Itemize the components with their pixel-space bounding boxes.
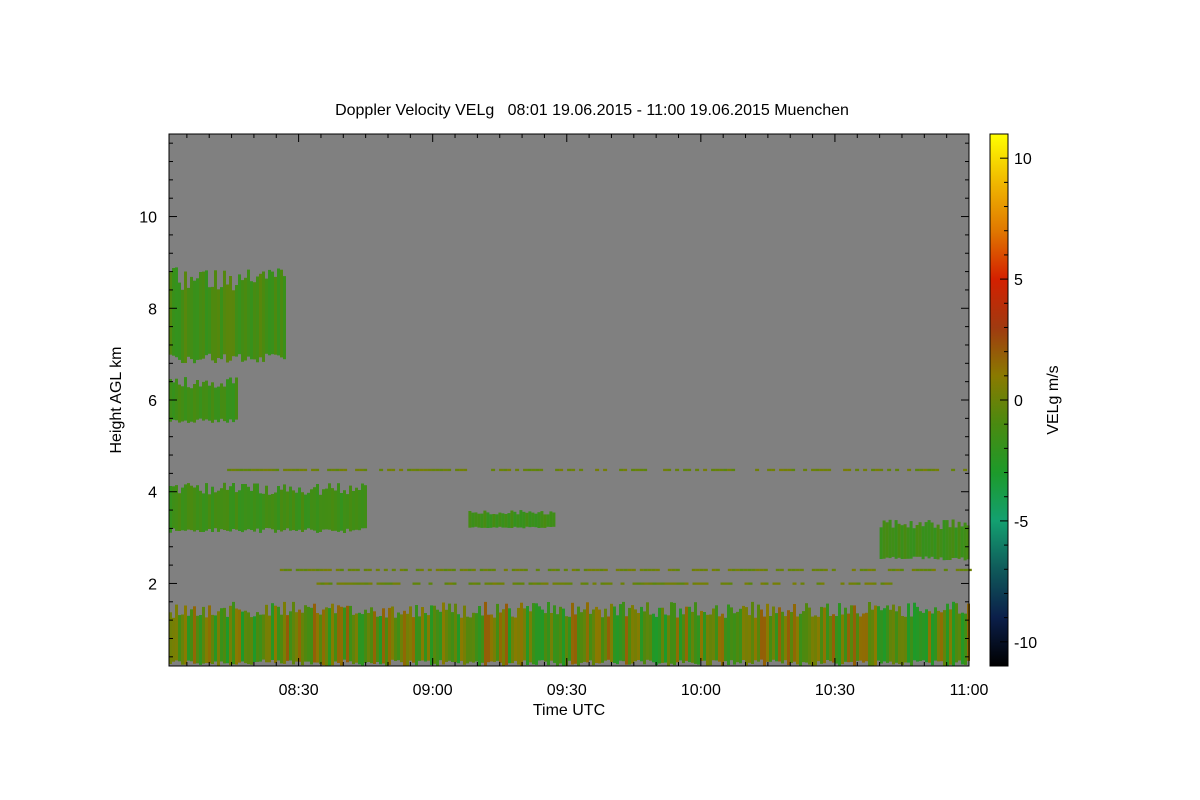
- echo-feature-7: [227, 468, 968, 472]
- chart-title: Doppler Velocity VELg 08:01 19.06.2015 -…: [335, 102, 849, 119]
- y-tick-label: 10: [139, 210, 157, 227]
- colorbar-tick-label: 0: [1014, 393, 1023, 410]
- x-tick-label: 11:00: [950, 682, 989, 699]
- x-tick-label: 10:00: [681, 682, 721, 699]
- plot-area: [168, 133, 972, 667]
- colorbar-tick-label: 5: [1014, 272, 1023, 289]
- x-axis-label: Time UTC: [533, 702, 605, 719]
- echo-feature-2: [169, 482, 367, 533]
- y-tick-label: 6: [148, 393, 157, 410]
- colorbar-label: VELg m/s: [1045, 365, 1062, 434]
- colorbar-tick-label: 10: [1014, 151, 1032, 168]
- x-tick-label: 08:30: [279, 682, 319, 699]
- colorbar: 10 5 0 -5 -10: [989, 133, 1037, 667]
- x-tick-label: 09:00: [413, 682, 453, 699]
- colorbar-tick-label: -5: [1014, 514, 1028, 531]
- colorbar-tick-label: -10: [1014, 635, 1037, 652]
- doppler-velocity-chart: Doppler Velocity VELg 08:01 19.06.2015 -…: [108, 102, 1062, 719]
- x-tick-label: 10:30: [815, 682, 855, 699]
- y-tick-label: 8: [148, 301, 157, 318]
- x-tick-label: 09:30: [547, 682, 587, 699]
- y-tick-label: 2: [148, 576, 157, 593]
- plot-background: [169, 134, 969, 666]
- y-axis-label: Height AGL km: [108, 346, 125, 453]
- y-tick-label: 4: [148, 485, 157, 502]
